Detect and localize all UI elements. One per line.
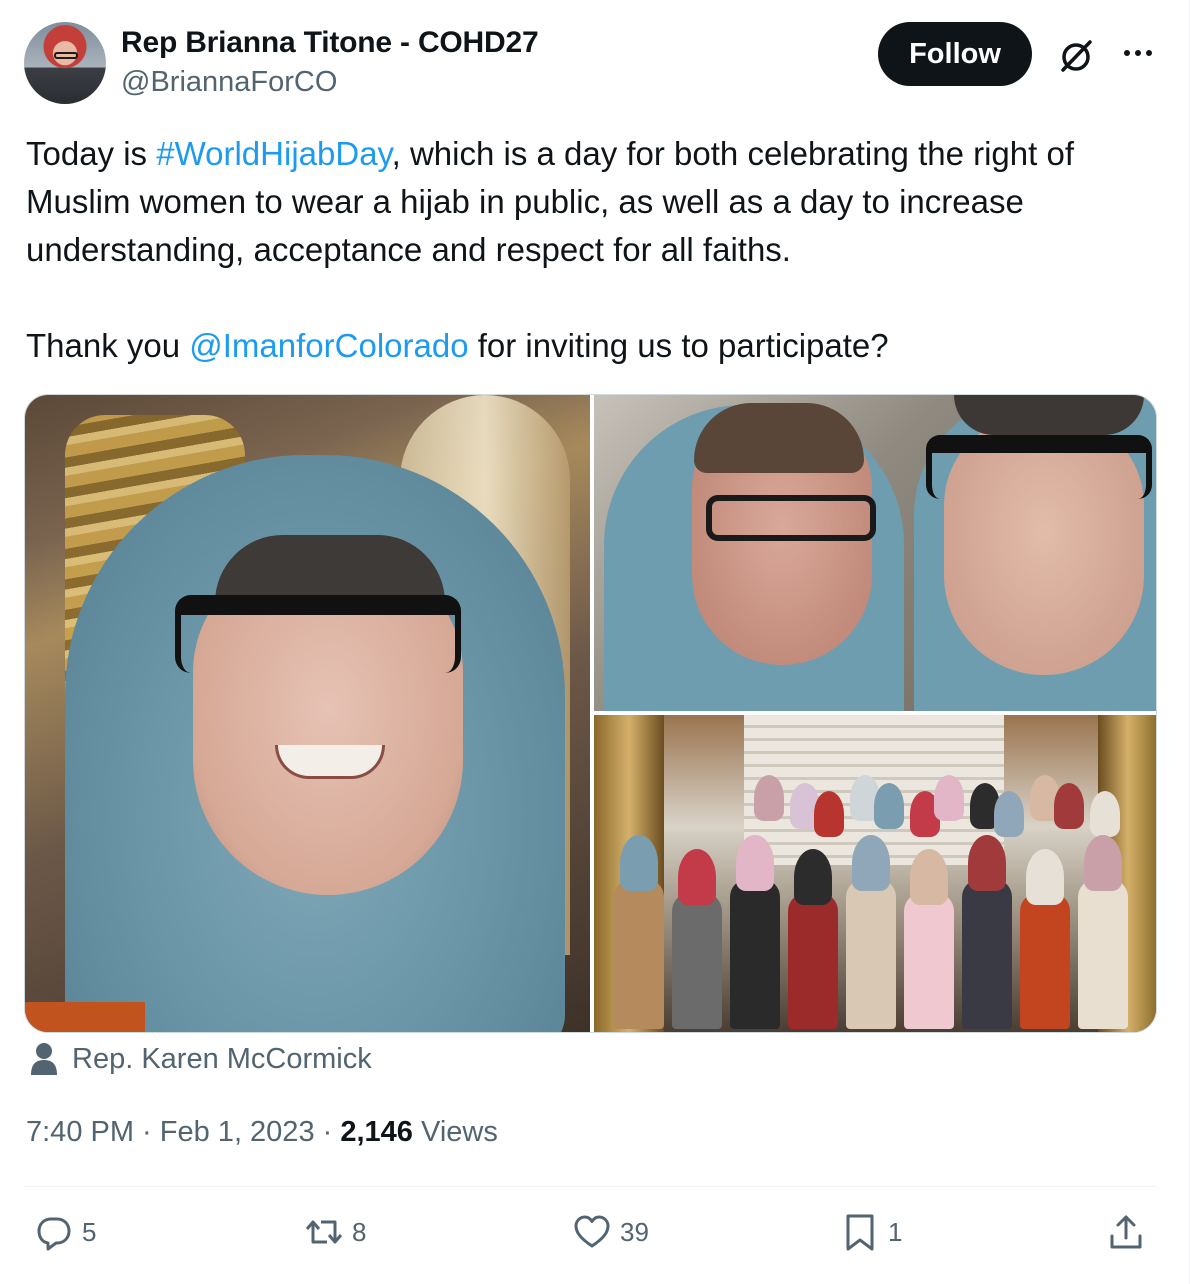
crowd-person [1078,879,1128,1029]
crowd-person [678,849,716,905]
media-grid [24,394,1157,1033]
views-count: 2,146 [340,1116,413,1148]
tagged-person-name: Rep. Karen McCormick [72,1042,372,1075]
hashtag-link[interactable]: #WorldHijabDay [156,135,391,172]
avatar-glasses [54,52,78,59]
share-button[interactable] [1106,1212,1146,1252]
views-label: Views [412,1116,498,1148]
tweet-paragraph-2: Thank you @ImanforColorado for inviting … [26,322,1166,370]
author-name[interactable]: Rep Brianna Titone - COHD27 [121,26,539,60]
photo-detail [706,495,876,541]
crowd-person [904,893,954,1029]
crowd-person [1084,835,1122,891]
more-icon[interactable] [1118,38,1158,68]
tweet-time[interactable]: 7:40 PM [26,1116,134,1148]
tweet-text-part4: for inviting us to participate? [468,327,889,364]
crowd-person [846,879,896,1029]
author-handle[interactable]: @BriannaForCO [121,66,337,99]
crowd-person [852,835,890,891]
tweet-text: Today is #WorldHijabDay, which is a day … [26,130,1166,370]
tweet-meta: 7:40 PM · Feb 1, 2023 · 2,146 Views [26,1116,498,1149]
crowd-person [814,791,844,837]
reply-button[interactable]: 5 [34,1212,96,1252]
bookmark-button[interactable]: 1 [840,1212,902,1252]
photo-detail [25,1002,145,1032]
retweet-icon [305,1220,343,1244]
tweet-date[interactable]: Feb 1, 2023 [160,1116,315,1148]
tweet-text-part1: Today is [26,135,157,172]
crowd-person [962,879,1012,1029]
bookmark-count: 1 [888,1216,903,1247]
mention-link[interactable]: @ImanforColorado [189,327,468,364]
photo-detail [954,395,1144,435]
photo-detail [694,403,864,473]
crowd-person [754,775,784,821]
crowd-person [874,783,904,829]
photo-detail [926,435,1152,499]
crowd-person [994,791,1024,837]
avatar[interactable] [24,22,106,104]
photo-selfie[interactable] [25,395,590,1032]
follow-button[interactable]: Follow [878,22,1032,86]
like-button[interactable]: 39 [572,1212,649,1252]
photo-detail [175,595,461,673]
crowd-person [794,849,832,905]
crowd-person [934,775,964,821]
like-icon [574,1215,610,1248]
meta-separator: · [314,1116,341,1148]
crowd-person [910,849,948,905]
retweet-count: 8 [352,1216,367,1247]
reply-count: 5 [82,1216,97,1247]
crowd-person [968,835,1006,891]
crowd-person [736,835,774,891]
reply-icon [37,1217,71,1251]
share-icon [1110,1215,1142,1249]
photo-two-selfie[interactable] [594,395,1156,711]
crowd-person [788,893,838,1029]
crowd-person [1054,783,1084,829]
bookmark-icon [846,1214,874,1251]
crowd-person [672,893,722,1029]
divider [24,1186,1157,1187]
tweet-paragraph-1: Today is #WorldHijabDay, which is a day … [26,130,1166,274]
like-count: 39 [620,1216,649,1247]
crowd-person [1026,849,1064,905]
crowd-person [1020,893,1070,1029]
person-icon [31,1043,57,1075]
tagged-people[interactable]: Rep. Karen McCormick [30,1042,372,1076]
tweet-text-part3: Thank you [26,327,190,364]
photo-group[interactable] [594,715,1156,1032]
meta-separator: · [134,1116,160,1148]
crowd-person [730,879,780,1029]
crowd-person [614,879,664,1029]
photo-crowd [604,765,1148,1032]
crowd-person [620,835,658,891]
retweet-button[interactable]: 8 [304,1212,366,1252]
photo-detail [275,745,385,779]
crowd-person [1090,791,1120,837]
grok-icon[interactable] [1056,36,1096,76]
